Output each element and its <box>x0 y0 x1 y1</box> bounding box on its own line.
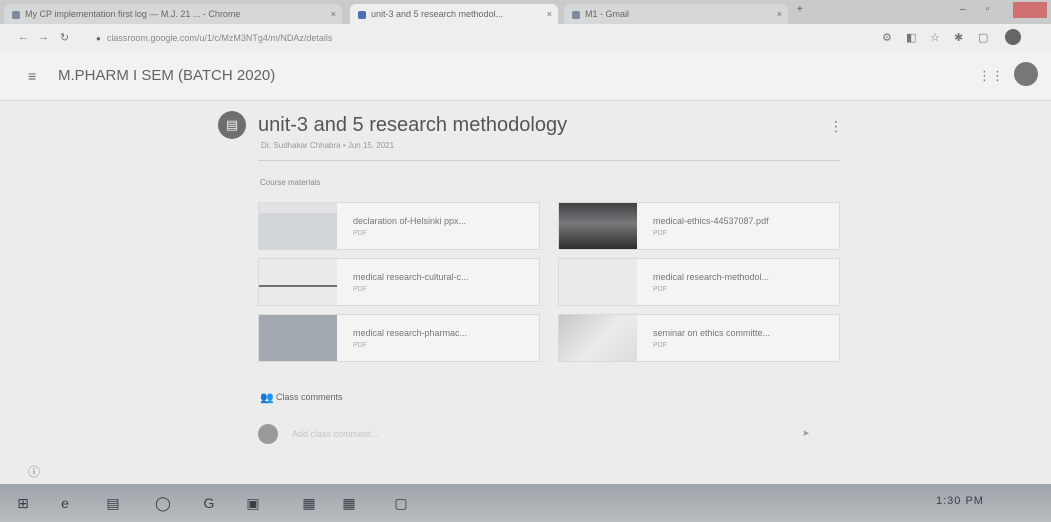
extension-icon[interactable]: ✱ <box>954 31 963 44</box>
attachment-card[interactable]: medical research-cultural-c... PDF <box>258 258 540 306</box>
taskbar-app-icon[interactable]: e <box>52 490 78 516</box>
new-tab-button[interactable]: + <box>797 4 803 15</box>
attachment-name: seminar on ethics committe... <box>653 328 771 338</box>
url-text: classroom.google.com/u/1/c/MzM3NTg4/m/ND… <box>106 33 333 43</box>
people-icon: 👥 <box>260 392 274 404</box>
attachment-type: PDF <box>353 230 367 237</box>
attachment-thumbnail <box>559 259 637 305</box>
attachment-card[interactable]: declaration of-Helsinki ppx... PDF <box>258 202 540 250</box>
material-post-icon: ▤ <box>218 111 246 139</box>
browser-tab-strip: My CP implementation first log — M.J. 21… <box>0 0 1051 24</box>
attachment-card[interactable]: medical-ethics-44537087.pdf PDF <box>558 202 840 250</box>
classroom-app-bar: ≡ M.PHARM I SEM (BATCH 2020) ⋮⋮ <box>0 52 1051 101</box>
post-title: unit-3 and 5 research methodology <box>258 114 568 136</box>
user-avatar <box>258 424 278 444</box>
browser-address-bar: ← → ↻ ● classroom.google.com/u/1/c/MzM3NT… <box>0 24 1051 53</box>
attachment-name: medical-ethics-44537087.pdf <box>653 216 769 226</box>
help-feedback-icon[interactable]: ⓘ <box>28 463 40 480</box>
browser-profile-avatar[interactable] <box>1005 29 1021 45</box>
reload-icon[interactable]: ↻ <box>60 31 69 44</box>
attachment-thumbnail <box>559 315 637 361</box>
class-comments-label[interactable]: Class comments <box>276 392 343 402</box>
attachment-thumbnail <box>259 203 337 249</box>
attachment-type: PDF <box>653 342 667 349</box>
chrome-icon[interactable]: ◯ <box>150 490 176 516</box>
browser-tab-1[interactable]: My CP implementation first log — M.J. 21… <box>4 4 342 24</box>
windows-taskbar: ⊞ e ▤ ◯ G ▣ ▦ ▦ ▢ 1:30 PM <box>0 484 1051 522</box>
back-icon[interactable]: ← <box>18 31 29 43</box>
extension-icon[interactable]: ◧ <box>906 31 916 44</box>
lock-icon: ● <box>96 34 101 43</box>
tab-title: unit-3 and 5 research methodol... <box>371 9 504 19</box>
attachment-thumbnail <box>259 259 337 305</box>
browser-tab-2[interactable]: unit-3 and 5 research methodol... × <box>350 4 558 24</box>
attachment-name: medical research-methodol... <box>653 272 770 282</box>
taskbar-app-icon[interactable]: ▤ <box>100 490 126 516</box>
account-avatar[interactable] <box>1014 62 1038 86</box>
attachment-type: PDF <box>353 286 367 293</box>
post-author-date: Dr. Sudhakar Chhabra • Jun 15, 2021 <box>261 141 395 150</box>
attachment-name: medical research-cultural-c... <box>353 272 469 282</box>
tab-favicon-icon <box>358 10 366 19</box>
post-more-options-icon[interactable]: ⋮ <box>829 118 843 135</box>
extension-icon[interactable]: ⚙ <box>882 31 892 44</box>
url-field[interactable]: ● classroom.google.com/u/1/c/MzM3NTg4/m/N… <box>96 29 856 47</box>
tab-close-icon[interactable]: × <box>777 4 782 24</box>
hamburger-menu-icon[interactable]: ≡ <box>28 68 36 84</box>
taskbar-clock[interactable]: 1:30 PM <box>936 495 984 507</box>
attachment-card[interactable]: medical research-methodol... PDF <box>558 258 840 306</box>
class-comment-input[interactable] <box>290 422 814 446</box>
attachment-type: PDF <box>653 286 667 293</box>
window-close-button[interactable] <box>1013 2 1047 18</box>
tab-title: My CP implementation first log — M.J. 21… <box>25 9 241 19</box>
send-icon[interactable]: ➤ <box>802 428 810 439</box>
attachment-thumbnail <box>559 203 637 249</box>
forward-icon[interactable]: → <box>38 31 49 43</box>
tab-close-icon[interactable]: × <box>331 4 336 24</box>
attachment-type: PDF <box>353 342 367 349</box>
taskbar-app-icon[interactable]: G <box>196 490 222 516</box>
materials-section-label: Course materials <box>260 178 321 187</box>
attachment-thumbnail <box>259 315 337 361</box>
taskbar-app-icon[interactable]: ▦ <box>336 490 362 516</box>
tab-close-icon[interactable]: × <box>547 4 552 24</box>
tab-title: M1 - Gmail <box>585 9 630 19</box>
tab-favicon-icon <box>12 10 20 19</box>
attachment-name: medical research-pharmac... <box>353 328 468 338</box>
taskbar-app-icon[interactable]: ▢ <box>388 490 414 516</box>
bookmark-star-icon[interactable]: ☆ <box>930 31 940 44</box>
attachment-type: PDF <box>653 230 667 237</box>
google-apps-icon[interactable]: ⋮⋮ <box>978 68 1004 84</box>
windows-start-icon[interactable]: ⊞ <box>10 490 36 516</box>
maximize-icon[interactable]: ▫ <box>986 4 990 15</box>
attachment-name: declaration of-Helsinki ppx... <box>353 216 467 226</box>
attachment-card[interactable]: medical research-pharmac... PDF <box>258 314 540 362</box>
tab-favicon-icon <box>572 10 580 19</box>
browser-tab-3[interactable]: M1 - Gmail × <box>564 4 788 24</box>
taskbar-app-icon[interactable]: ▣ <box>240 490 266 516</box>
attachment-card[interactable]: seminar on ethics committe... PDF <box>558 314 840 362</box>
taskbar-app-icon[interactable]: ▦ <box>296 490 322 516</box>
extension-icon[interactable]: ▢ <box>978 31 988 44</box>
class-title[interactable]: M.PHARM I SEM (BATCH 2020) <box>58 67 275 84</box>
divider <box>258 160 840 161</box>
minimize-icon[interactable]: – <box>960 4 966 15</box>
